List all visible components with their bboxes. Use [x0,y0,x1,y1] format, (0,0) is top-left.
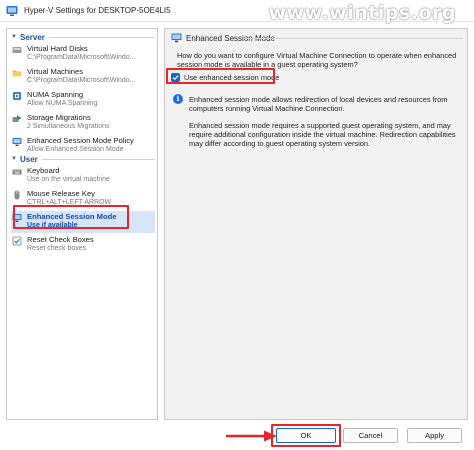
sidebar-item-label: Reset Check Boxes [27,235,94,244]
sidebar-item-value: 2 Simultaneous Migrations [27,123,110,130]
title-bar: Hyper-V Settings for DESKTOP-5OE4LI5 www… [0,0,474,24]
sidebar-item-numa-spanning[interactable]: NUMA Spanning Allow NUMA Spanning [11,89,155,111]
checkbox-highlight [166,68,275,84]
sidebar-item-value: Use on the virtual machine [27,176,110,183]
enhanced-session-icon [171,33,182,43]
sidebar-item-storage-migrations[interactable]: Storage Migrations 2 Simultaneous Migrat… [11,112,155,134]
session-policy-icon [12,138,22,146]
window-title: Hyper-V Settings for DESKTOP-5OE4LI5 [24,6,171,15]
keyboard-icon [12,169,22,175]
sidebar-item-value: C:\ProgramData\Microsoft\Windo... [27,54,136,61]
group-header-label: Server [20,32,45,42]
sidebar-item-label: Mouse Release Key [27,189,95,198]
info-icon: i [173,94,183,104]
group-divider [48,36,155,38]
info-paragraph-redirection: Enhanced session mode allows redirection… [189,95,448,113]
reset-icon [12,236,22,246]
sidebar-item-label: Keyboard [27,166,60,175]
sidebar-item-value: Allow NUMA Spanning [27,100,98,107]
ok-button-highlight [271,424,341,447]
sidebar-item-value: Allow Enhanced Session Mode [27,146,124,153]
hard-disk-icon [12,47,22,53]
collapse-chevron-icon: ▼ [11,34,17,40]
group-header-user[interactable]: ▼ User [7,153,157,165]
apply-button[interactable]: Apply [407,428,462,443]
group-header-server[interactable]: ▼ Server [7,31,157,43]
numa-icon [13,92,21,100]
cancel-button[interactable]: Cancel [343,428,398,443]
configuration-question: How do you want to configure Virtual Mac… [177,51,457,69]
sidebar-item-virtual-machines[interactable]: Virtual Machines C:\ProgramData\Microsof… [11,66,155,88]
sidebar-item-value: Reset check boxes [27,245,87,252]
sidebar-item-label: Virtual Hard Disks [27,44,88,53]
section-divider [243,38,463,39]
sidebar-item-label: Virtual Machines [27,67,83,76]
folder-icon [12,70,22,77]
sidebar-item-reset-check-boxes[interactable]: Reset Check Boxes Reset check boxes [11,234,155,256]
storage-migration-icon [12,115,22,122]
sidebar-item-value: C:\ProgramData\Microsoft\Windo... [27,77,136,84]
sidebar-item-keyboard[interactable]: Keyboard Use on the virtual machine [11,165,155,187]
watermark-text: www.wintips.org [268,2,456,24]
group-header-label: User [20,154,38,164]
group-divider [41,158,155,160]
info-paragraph-requirements: Enhanced session mode requires a support… [189,121,456,148]
mouse-icon [14,190,20,200]
selected-item-highlight [13,205,129,229]
sidebar-item-label: NUMA Spanning [27,90,84,99]
sidebar-item-label: Storage Migrations [27,113,91,122]
collapse-chevron-icon: ▼ [11,156,17,162]
sidebar-item-label: Enhanced Session Mode Policy [27,136,134,145]
sidebar-item-virtual-hard-disks[interactable]: Virtual Hard Disks C:\ProgramData\Micros… [11,43,155,65]
hyper-v-app-icon [6,6,18,16]
settings-content-pane: Enhanced Session Mode How do you want to… [164,28,468,420]
